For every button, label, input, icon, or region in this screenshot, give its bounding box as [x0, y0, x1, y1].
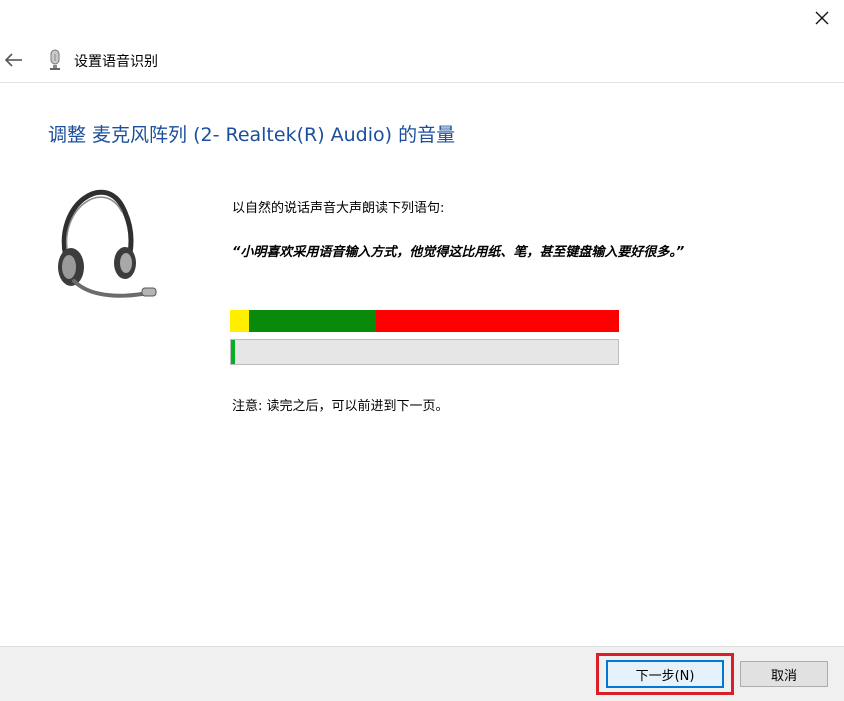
window-title: 设置语音识别 [74, 54, 158, 70]
back-button[interactable] [2, 48, 26, 72]
close-icon [815, 11, 829, 25]
cancel-button[interactable]: 取消 [740, 661, 828, 687]
volume-meter-fill [231, 340, 235, 364]
back-arrow-icon [5, 53, 22, 67]
title-bar: 设置语音识别 [0, 40, 844, 83]
next-button[interactable]: 下一步(N) [606, 660, 724, 688]
level-segment-high [376, 310, 619, 332]
microphone-icon [50, 49, 60, 70]
reading-sentence: “小明喜欢采用语音输入方式，他觉得这比用纸、笔，甚至键盘输入要好很多。” [232, 245, 685, 260]
page-title: 调整 麦克风阵列 (2- Realtek(R) Audio) 的音量 [48, 124, 456, 146]
reading-instruction: 以自然的说话声音大声朗读下列语句: [232, 201, 445, 216]
volume-level-scale [230, 310, 619, 332]
level-segment-good [249, 310, 376, 332]
volume-meter [230, 339, 619, 365]
level-segment-low [230, 310, 249, 332]
button-bar: 下一步(N) 取消 [0, 646, 844, 701]
note-text: 注意: 读完之后，可以前进到下一页。 [232, 399, 449, 414]
headset-icon [58, 189, 157, 298]
close-button[interactable] [800, 0, 844, 36]
